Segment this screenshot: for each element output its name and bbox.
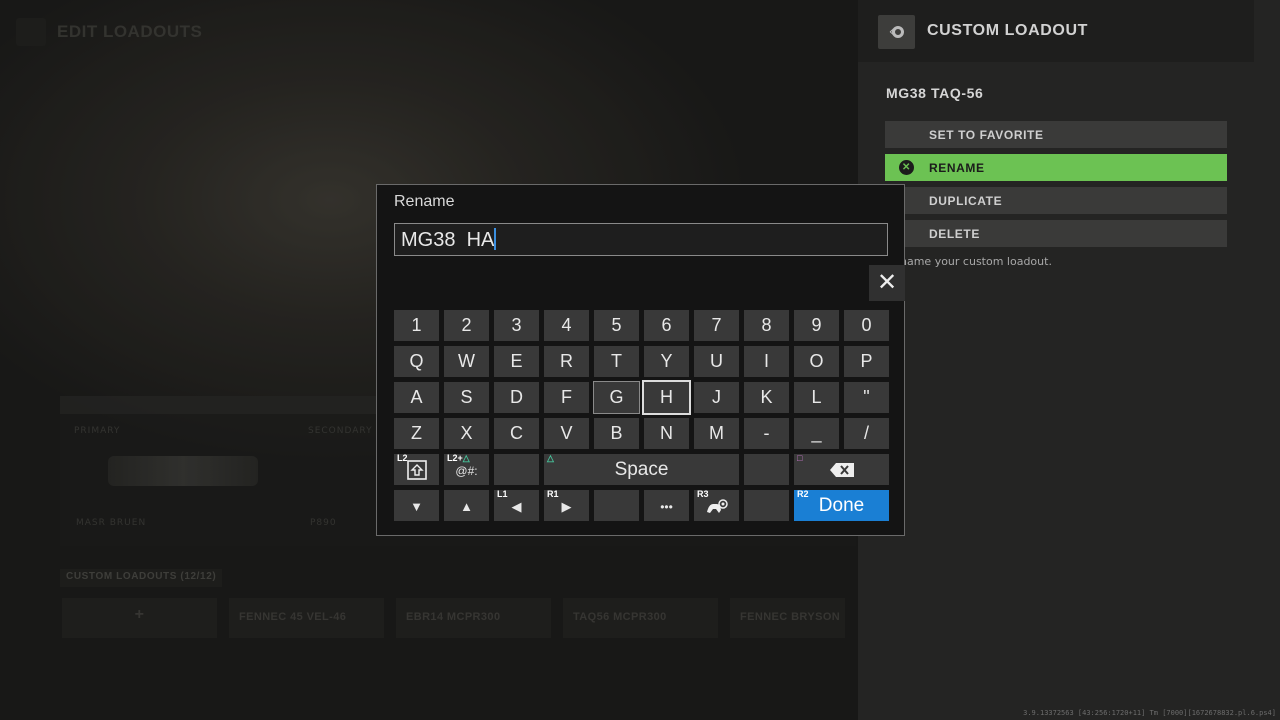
l2-plus-triangle-tag: L2+△: [447, 453, 470, 463]
square-button-icon: □: [797, 453, 803, 463]
backspace-icon: [829, 463, 854, 477]
controller-key[interactable]: R3: [694, 489, 739, 521]
key-8[interactable]: 8: [744, 310, 789, 341]
blank-key: [494, 454, 539, 485]
r3-tag: R3: [697, 489, 709, 499]
circle-button-icon: [892, 26, 905, 38]
symbols-key[interactable]: L2+△ @#:: [444, 453, 489, 485]
shift-icon: [406, 460, 427, 480]
blank-key: [594, 490, 639, 521]
key-1[interactable]: 1: [394, 310, 439, 341]
back-button[interactable]: ‹: [878, 15, 915, 49]
shift-key[interactable]: L2: [394, 453, 439, 485]
key-symbol[interactable]: ": [844, 382, 889, 413]
side-panel: ‹ CUSTOM LOADOUT MG38 TAQ-56 SET TO FAVO…: [858, 0, 1280, 720]
text-caret: [494, 228, 497, 250]
dialog-title: Rename: [394, 193, 455, 210]
key-2[interactable]: 2: [444, 310, 489, 341]
delete-button[interactable]: DELETE: [885, 220, 1227, 247]
key-w[interactable]: W: [444, 346, 489, 377]
loadout-menu: SET TO FAVORITE ✕ RENAME DUPLICATE DELETE: [885, 121, 1227, 253]
key-c[interactable]: C: [494, 418, 539, 449]
key-b[interactable]: B: [594, 418, 639, 449]
cursor-right-key[interactable]: R1 ▶: [544, 489, 589, 521]
key-g[interactable]: G: [593, 381, 640, 414]
key-9[interactable]: 9: [794, 310, 839, 341]
key-4[interactable]: 4: [544, 310, 589, 341]
space-label: Space: [614, 459, 669, 480]
key-k[interactable]: K: [744, 382, 789, 413]
space-key[interactable]: △ Space: [544, 453, 739, 485]
key-v[interactable]: V: [544, 418, 589, 449]
loadout-name: MG38 TAQ-56: [886, 85, 984, 101]
symbols-label: @#:: [455, 464, 478, 478]
l1-tag: L1: [497, 489, 508, 499]
triangle-button-icon: △: [547, 453, 554, 463]
key-r[interactable]: R: [544, 346, 589, 377]
key-j[interactable]: J: [694, 382, 739, 413]
arrow-up-icon: ▲: [460, 499, 473, 514]
key-o[interactable]: O: [794, 346, 839, 377]
key-u[interactable]: U: [694, 346, 739, 377]
side-header: ‹ CUSTOM LOADOUT: [858, 0, 1254, 62]
rename-button[interactable]: ✕ RENAME: [885, 154, 1227, 181]
key-y[interactable]: Y: [644, 346, 689, 377]
key-p[interactable]: P: [844, 346, 889, 377]
blank-key: [744, 490, 789, 521]
key-7[interactable]: 7: [694, 310, 739, 341]
key-z[interactable]: Z: [394, 418, 439, 449]
side-title: CUSTOM LOADOUT: [927, 22, 1088, 39]
key-e[interactable]: E: [494, 346, 539, 377]
menu-item-label: SET TO FAVORITE: [929, 128, 1044, 142]
more-key[interactable]: •••: [644, 490, 689, 521]
arrow-right-icon: ▶: [561, 499, 572, 514]
more-label: •••: [660, 500, 673, 514]
key-i[interactable]: I: [744, 346, 789, 377]
debug-text: 3.9.13372563 [43:256:1720+11] Tm [7000][…: [1023, 709, 1276, 717]
arrow-up-key[interactable]: ▲: [444, 490, 489, 521]
close-button[interactable]: ✕: [869, 265, 905, 301]
key-a[interactable]: A: [394, 382, 439, 413]
blank-key: [744, 454, 789, 485]
key-6[interactable]: 6: [644, 310, 689, 341]
key-x[interactable]: X: [444, 418, 489, 449]
key-q[interactable]: Q: [394, 346, 439, 377]
key-l[interactable]: L: [794, 382, 839, 413]
key-d[interactable]: D: [494, 382, 539, 413]
hint-text: name your custom loadout.: [900, 255, 1052, 268]
key-t[interactable]: T: [594, 346, 639, 377]
r2-tag: R2: [797, 489, 809, 499]
key-n[interactable]: N: [644, 418, 689, 449]
cursor-left-key[interactable]: L1 ◀: [494, 489, 539, 521]
key-m[interactable]: M: [694, 418, 739, 449]
menu-item-label: DUPLICATE: [929, 194, 1003, 208]
l2-tag: L2: [397, 453, 408, 463]
key-h[interactable]: H: [642, 380, 691, 415]
done-label: Done: [818, 495, 865, 516]
r1-tag: R1: [547, 489, 559, 499]
arrow-down-icon: ▼: [410, 499, 423, 514]
input-value: MG38 HA: [401, 229, 495, 251]
key-5[interactable]: 5: [594, 310, 639, 341]
controller-icon: [706, 499, 728, 513]
key-f[interactable]: F: [544, 382, 589, 413]
rename-dialog: Rename MG38 HA ✕ 1234567890QWERTYUIOPASD…: [376, 184, 905, 536]
key-3[interactable]: 3: [494, 310, 539, 341]
arrow-left-icon: ◀: [511, 499, 522, 514]
cross-button-icon: ✕: [899, 160, 914, 175]
backspace-key[interactable]: □: [794, 453, 889, 485]
key-symbol[interactable]: /: [844, 418, 889, 449]
key-symbol[interactable]: -: [744, 418, 789, 449]
menu-item-label: RENAME: [929, 161, 985, 175]
arrow-down-key[interactable]: ▼: [394, 490, 439, 521]
key-0[interactable]: 0: [844, 310, 889, 341]
key-s[interactable]: S: [444, 382, 489, 413]
menu-item-label: DELETE: [929, 227, 980, 241]
key-symbol[interactable]: _: [794, 418, 839, 449]
duplicate-button[interactable]: DUPLICATE: [885, 187, 1227, 214]
set-favorite-button[interactable]: SET TO FAVORITE: [885, 121, 1227, 148]
done-button[interactable]: R2 Done: [794, 489, 889, 521]
rename-input[interactable]: MG38 HA: [394, 223, 888, 256]
